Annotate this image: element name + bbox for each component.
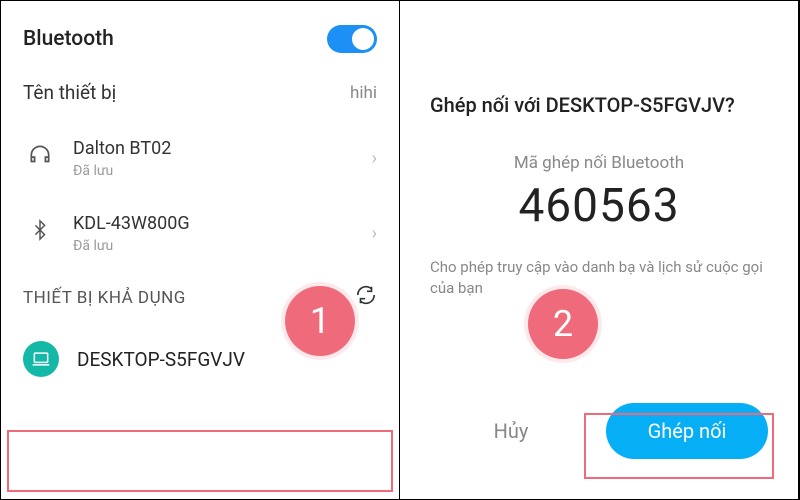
headphones-icon xyxy=(23,142,57,168)
device-name: Dalton BT02 xyxy=(73,138,372,159)
saved-device-row[interactable]: KDL-43W800G Đã lưu › xyxy=(1,203,399,278)
pair-button[interactable]: Ghép nối xyxy=(606,403,768,459)
dialog-title: Ghép nối với DESKTOP-S5FGVJV? xyxy=(430,93,768,117)
bluetooth-toggle[interactable] xyxy=(327,25,377,53)
permission-text: Cho phép truy cập vào danh bạ và lịch sử… xyxy=(430,257,768,299)
device-status: Đã lưu xyxy=(73,238,372,254)
device-name: KDL-43W800G xyxy=(73,213,372,234)
step-badge-2: 2 xyxy=(528,289,598,359)
available-device-name: DESKTOP-S5FGVJV xyxy=(77,348,245,371)
pairing-dialog-panel: Ghép nối với DESKTOP-S5FGVJV? Mã ghép nố… xyxy=(400,1,799,499)
available-devices-label: THIẾT BỊ KHẢ DỤNG xyxy=(23,288,186,308)
refresh-icon[interactable] xyxy=(355,284,377,311)
cancel-button[interactable]: Hủy xyxy=(430,403,592,459)
highlight-box xyxy=(7,430,393,492)
laptop-icon xyxy=(23,341,59,377)
chevron-right-icon: › xyxy=(372,223,377,244)
bluetooth-icon xyxy=(23,217,57,243)
chevron-right-icon: › xyxy=(372,148,377,169)
pairing-code-label: Mã ghép nối Bluetooth xyxy=(430,153,768,173)
bluetooth-toggle-row: Bluetooth xyxy=(1,15,399,63)
dialog-content: Ghép nối với DESKTOP-S5FGVJV? Mã ghép nố… xyxy=(400,15,798,485)
device-text: Dalton BT02 Đã lưu xyxy=(73,138,372,179)
device-name-value: hihi xyxy=(350,83,377,103)
device-text: KDL-43W800G Đã lưu xyxy=(73,213,372,254)
dialog-buttons: Hủy Ghép nối xyxy=(430,403,768,459)
step-badge-1: 1 xyxy=(285,286,355,356)
bluetooth-label: Bluetooth xyxy=(23,27,327,51)
device-status: Đã lưu xyxy=(73,163,372,179)
device-name-row[interactable]: Tên thiết bị hihi xyxy=(1,63,399,128)
device-name-label: Tên thiết bị xyxy=(23,81,350,104)
pairing-code: 460563 xyxy=(430,179,768,233)
saved-device-row[interactable]: Dalton BT02 Đã lưu › xyxy=(1,128,399,203)
bluetooth-settings-panel: Bluetooth Tên thiết bị hihi Dalton BT02 … xyxy=(1,1,400,499)
